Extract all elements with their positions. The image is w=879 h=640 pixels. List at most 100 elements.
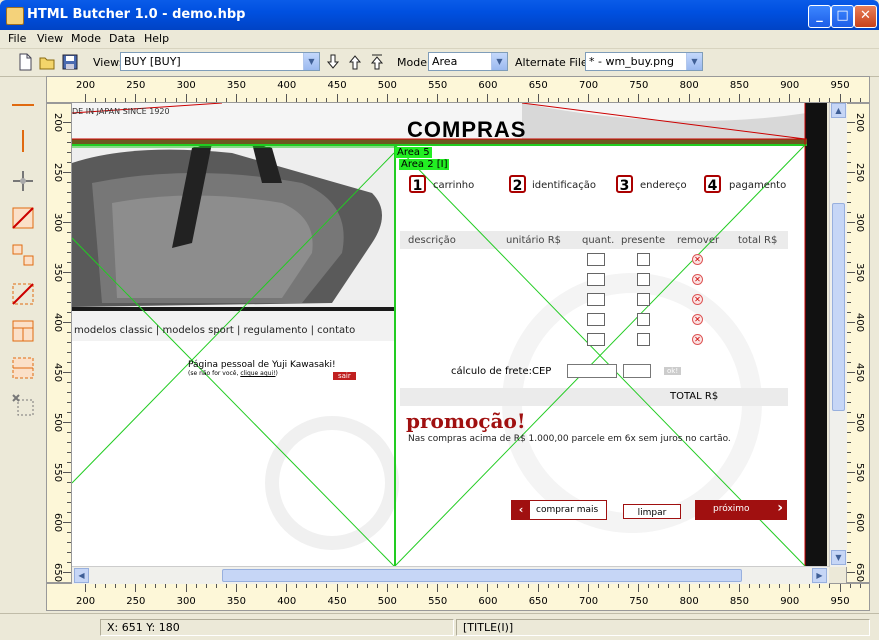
area-move-icon[interactable] — [10, 392, 36, 418]
ruler-minor-tick — [67, 292, 71, 293]
maximize-button[interactable]: □ — [831, 5, 854, 28]
ruler-label: 400 — [277, 596, 297, 607]
chevron-right-icon: › — [777, 500, 783, 516]
quantity-field[interactable] — [587, 253, 605, 266]
horizontal-ruler-bottom: 200 250 300 350 400 450 500 550 600 650 700 750 800 8… — [46, 583, 870, 611]
ruler-tick — [235, 94, 237, 102]
remove-icon[interactable]: ✕ — [692, 314, 703, 325]
delete-line-icon[interactable] — [10, 205, 36, 231]
ruler-minor-tick — [847, 412, 851, 413]
vertical-line-icon[interactable] — [10, 128, 36, 154]
ruler-minor-tick — [155, 98, 157, 102]
ruler-tick — [63, 272, 71, 273]
continue-shopping-button[interactable]: ‹ comprar mais — [511, 500, 607, 520]
ruler-minor-tick — [847, 152, 851, 153]
ok-button[interactable]: ok! — [664, 367, 682, 375]
save-icon[interactable] — [62, 53, 78, 71]
delete-area-icon[interactable] — [10, 281, 36, 307]
quantity-field[interactable] — [587, 313, 605, 326]
site-nav[interactable]: modelos classic | modelos sport | regula… — [74, 325, 355, 336]
ruler-minor-tick — [847, 282, 851, 283]
ruler-minor-tick — [847, 582, 851, 583]
quantity-field[interactable] — [587, 273, 605, 286]
area-5-label[interactable]: Area 5 — [395, 147, 432, 158]
ruler-label: 500 — [377, 596, 397, 607]
scroll-up-icon[interactable]: ▲ — [831, 103, 846, 118]
scroll-down-icon[interactable]: ▼ — [831, 550, 846, 565]
move-line-icon[interactable] — [10, 168, 36, 194]
cep-input-2[interactable] — [623, 364, 651, 378]
ruler-minor-tick — [115, 98, 117, 102]
alternate-file-select[interactable]: * - wm_buy.png ▼ — [585, 52, 703, 71]
remove-icon[interactable]: ✕ — [692, 274, 703, 285]
ruler-tick — [63, 422, 71, 423]
gift-checkbox[interactable] — [637, 333, 650, 346]
horizontal-scrollbar[interactable]: ◀ ▶ — [72, 566, 829, 584]
ruler-tick — [85, 94, 86, 102]
step-3-label: endereço — [640, 180, 687, 191]
ruler-minor-tick — [145, 98, 147, 102]
arrow-down-icon[interactable] — [325, 53, 341, 71]
remove-icon[interactable]: ✕ — [692, 334, 703, 345]
new-file-icon[interactable] — [17, 53, 33, 71]
gift-checkbox[interactable] — [637, 313, 650, 326]
mode-select[interactable]: Area ▼ — [428, 52, 508, 71]
gift-checkbox[interactable] — [637, 273, 650, 286]
ruler-tick — [688, 94, 690, 102]
quantity-field[interactable] — [587, 293, 605, 306]
gift-checkbox[interactable] — [637, 293, 650, 306]
ruler-label: 250 — [854, 163, 865, 183]
ruler-label: 850 — [729, 596, 749, 607]
clear-button[interactable]: limpar — [623, 504, 681, 519]
close-button[interactable]: ✕ — [854, 5, 877, 28]
ruler-tick — [286, 584, 288, 592]
arrow-up-icon[interactable] — [347, 53, 363, 71]
menu-view[interactable]: View — [37, 32, 63, 45]
area-grid-icon[interactable] — [10, 318, 36, 344]
ruler-minor-tick — [847, 252, 851, 253]
scroll-right-icon[interactable]: ▶ — [812, 568, 827, 583]
ruler-label: 850 — [729, 80, 749, 91]
ruler-minor-tick — [457, 584, 459, 588]
menu-data[interactable]: Data — [109, 32, 135, 45]
area-2-label[interactable]: Area 2 [I] — [399, 159, 450, 170]
vertical-ruler: 200 250 300 350 400 450 500 550 600 650 — [46, 103, 72, 583]
design-canvas[interactable]: DE IN JAPAN SINCE 1920 COMPRAS Area 5 Ar… — [72, 103, 827, 566]
quantity-field[interactable] — [587, 333, 605, 346]
vertical-scroll-thumb[interactable] — [832, 203, 845, 411]
ruler-minor-tick — [809, 584, 811, 588]
menu-help[interactable]: Help — [144, 32, 169, 45]
ruler-minor-tick — [165, 584, 167, 588]
ruler-minor-tick — [195, 584, 197, 588]
cep-input-1[interactable] — [567, 364, 617, 378]
vertical-scrollbar[interactable]: ▲ ▼ — [829, 103, 847, 567]
horizontal-scroll-thumb[interactable] — [222, 569, 742, 582]
remove-icon[interactable]: ✕ — [692, 254, 703, 265]
minimize-button[interactable]: _ — [808, 5, 831, 28]
view-select[interactable]: BUY [BUY] ▼ — [120, 52, 320, 71]
ruler-label: 350 — [52, 263, 63, 283]
arrow-up-top-icon[interactable] — [369, 53, 385, 71]
area-dashed-icon[interactable] — [10, 355, 36, 381]
select-area-icon[interactable] — [10, 242, 36, 268]
remove-icon[interactable]: ✕ — [692, 294, 703, 305]
ruler-minor-tick — [728, 98, 730, 102]
gift-checkbox[interactable] — [637, 253, 650, 266]
clear-label: limpar — [637, 508, 667, 518]
ruler-minor-tick — [67, 252, 71, 253]
ruler-minor-tick — [608, 584, 610, 588]
menu-file[interactable]: File — [8, 32, 26, 45]
open-folder-icon[interactable] — [39, 53, 55, 71]
ruler-minor-tick — [847, 362, 851, 363]
ruler-minor-tick — [67, 142, 71, 143]
menu-mode[interactable]: Mode — [71, 32, 101, 45]
horizontal-line-icon[interactable] — [10, 92, 36, 118]
not-you-link[interactable]: clique aqui! — [240, 370, 275, 377]
logout-button[interactable]: sair — [333, 372, 356, 380]
ruler-minor-tick — [105, 584, 107, 588]
ruler-tick — [185, 94, 187, 102]
ruler-label: 700 — [579, 80, 599, 91]
ruler-minor-tick — [67, 392, 71, 393]
scroll-left-icon[interactable]: ◀ — [74, 568, 89, 583]
next-button[interactable]: próximo › — [695, 500, 787, 520]
